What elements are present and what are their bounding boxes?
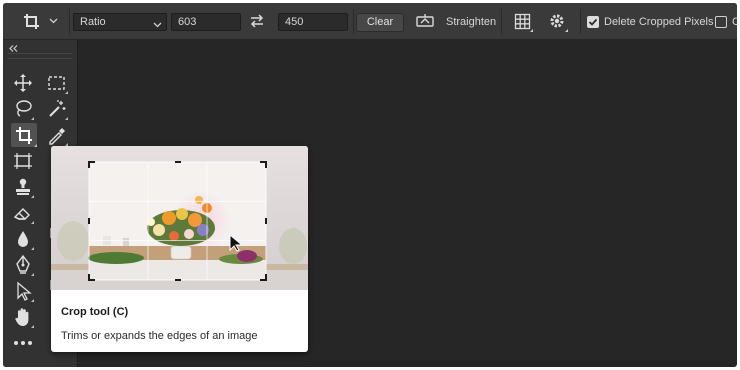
eyedropper-tool[interactable] xyxy=(46,124,68,146)
magic-wand-tool[interactable] xyxy=(46,98,68,120)
crop-tool-preset-picker[interactable] xyxy=(23,11,63,33)
tooltip-title: Crop tool (C) xyxy=(61,306,129,318)
separator xyxy=(580,9,581,34)
ratio-select-value: Ratio xyxy=(80,16,106,28)
ratio-select[interactable]: Ratio xyxy=(73,13,167,31)
separator xyxy=(69,9,70,34)
grid-overlay-icon[interactable] xyxy=(514,13,534,36)
submenu-indicator xyxy=(31,299,34,302)
blur-tool[interactable] xyxy=(12,228,34,250)
gear-icon[interactable] xyxy=(549,13,569,36)
submenu-indicator xyxy=(31,247,34,250)
crop-tool-preview-image xyxy=(51,146,308,290)
separator xyxy=(353,9,354,34)
submenu-indicator xyxy=(31,221,34,224)
rectangular-marquee-tool[interactable] xyxy=(46,72,68,94)
frame-tool[interactable] xyxy=(12,150,34,172)
submenu-indicator xyxy=(31,325,34,328)
toolbar-grip[interactable] xyxy=(7,53,73,59)
ellipsis-icon xyxy=(14,341,32,345)
swap-arrows-icon[interactable] xyxy=(249,13,265,32)
clear-button[interactable]: Clear xyxy=(356,13,404,32)
lasso-tool[interactable] xyxy=(12,98,34,120)
width-input[interactable]: 603 xyxy=(171,13,241,31)
delete-cropped-pixels-label[interactable]: Delete Cropped Pixels xyxy=(604,16,713,29)
chevron-down-icon xyxy=(153,18,162,34)
pen-tool[interactable] xyxy=(12,254,34,276)
crop-icon xyxy=(16,127,32,144)
chevron-down-icon xyxy=(49,16,58,28)
straighten-level-icon[interactable] xyxy=(416,14,434,31)
path-selection-tool[interactable] xyxy=(12,280,34,302)
photoshop-window: Ratio 603 450 Clear Straighten Delete Cr… xyxy=(3,3,737,367)
hand-tool[interactable] xyxy=(12,306,34,328)
submenu-indicator xyxy=(31,117,34,120)
frame-icon xyxy=(14,153,32,169)
height-input[interactable]: 450 xyxy=(278,13,348,31)
submenu-indicator xyxy=(65,91,68,94)
crop-tool[interactable] xyxy=(11,123,37,147)
stamp-tool[interactable] xyxy=(12,176,34,198)
options-bar: Ratio 603 450 Clear Straighten Delete Cr… xyxy=(3,3,737,40)
crop-icon xyxy=(23,13,41,34)
cursor-arrow-icon xyxy=(229,233,244,255)
submenu-indicator xyxy=(34,144,37,147)
tooltip-description: Trims or expands the edges of an image xyxy=(61,330,258,342)
submenu-indicator xyxy=(65,117,68,120)
rich-tooltip-crop-tool: Crop tool (C) Trims or expands the edges… xyxy=(51,146,308,352)
content-aware-checkbox[interactable] xyxy=(715,16,727,28)
straighten-label[interactable]: Straighten xyxy=(446,16,496,29)
submenu-indicator xyxy=(31,195,34,198)
move-icon xyxy=(14,74,32,92)
move-tool[interactable] xyxy=(12,72,34,94)
eraser-tool[interactable] xyxy=(12,202,34,224)
separator xyxy=(501,9,502,34)
delete-cropped-pixels-checkbox[interactable] xyxy=(587,16,599,28)
content-aware-label[interactable]: C xyxy=(732,16,737,29)
submenu-indicator xyxy=(31,273,34,276)
more-tools[interactable] xyxy=(12,332,34,354)
